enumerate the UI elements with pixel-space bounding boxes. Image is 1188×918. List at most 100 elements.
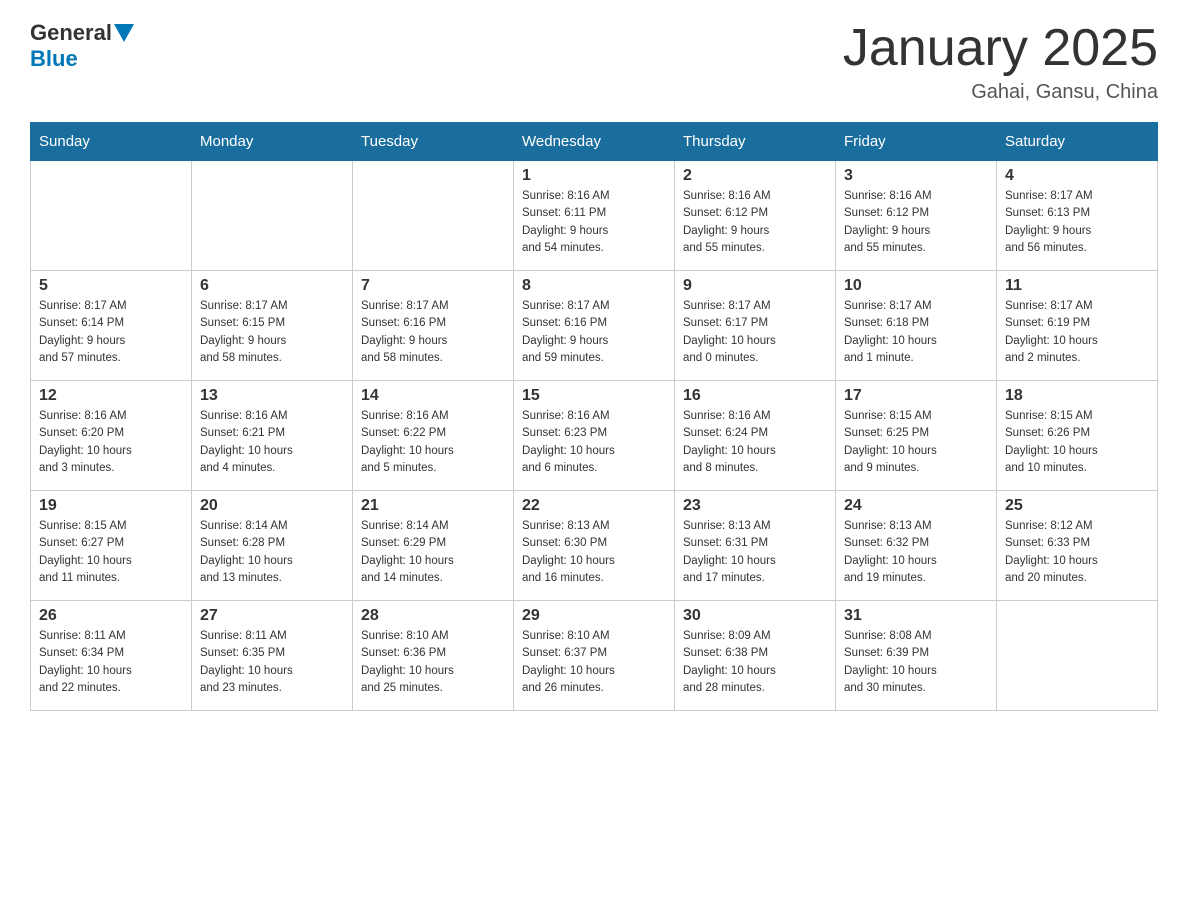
day-info: Sunrise: 8:16 AM Sunset: 6:21 PM Dayligh… (200, 408, 344, 477)
calendar-cell: 30 Sunrise: 8:09 AM Sunset: 6:38 PM Dayli… (675, 601, 836, 711)
weekday-header-thursday: Thursday (675, 123, 836, 161)
day-number: 13 (200, 387, 344, 405)
day-number: 5 (39, 277, 183, 295)
calendar-cell: 7Sunrise: 8:17 AM Sunset: 6:16 PM Daylig… (353, 271, 514, 381)
day-info: Sunrise: 8:10 AM Sunset: 6:36 PM Dayligh… (361, 628, 505, 697)
calendar-cell: 28 Sunrise: 8:10 AM Sunset: 6:36 PM Dayli… (353, 601, 514, 711)
day-number: 18 (1005, 387, 1149, 405)
logo-general-text: General (30, 20, 112, 46)
day-info: Sunrise: 8:13 AM Sunset: 6:30 PM Dayligh… (522, 518, 666, 587)
calendar-cell: 26Sunrise: 8:11 AM Sunset: 6:34 PM Dayli… (31, 601, 192, 711)
logo: General Blue (30, 20, 136, 72)
day-info: Sunrise: 8:13 AM Sunset: 6:31 PM Dayligh… (683, 518, 827, 587)
day-number: 9 (683, 277, 827, 295)
calendar-cell: 6 Sunrise: 8:17 AM Sunset: 6:15 PM Daylig… (192, 271, 353, 381)
calendar-week-1: 1Sunrise: 8:16 AM Sunset: 6:11 PM Daylig… (31, 161, 1158, 271)
calendar-cell: 17 Sunrise: 8:15 AM Sunset: 6:25 PM Dayli… (836, 381, 997, 491)
day-info: Sunrise: 8:17 AM Sunset: 6:13 PM Dayligh… (1005, 188, 1149, 257)
day-info: Sunrise: 8:17 AM Sunset: 6:16 PM Dayligh… (522, 298, 666, 367)
day-number: 24 (844, 497, 988, 515)
day-number: 19 (39, 497, 183, 515)
calendar-cell: 1Sunrise: 8:16 AM Sunset: 6:11 PM Daylig… (514, 161, 675, 271)
day-info: Sunrise: 8:16 AM Sunset: 6:22 PM Dayligh… (361, 408, 505, 477)
calendar-cell: 27 Sunrise: 8:11 AM Sunset: 6:35 PM Dayli… (192, 601, 353, 711)
day-number: 28 (361, 607, 505, 625)
day-info: Sunrise: 8:11 AM Sunset: 6:35 PM Dayligh… (200, 628, 344, 697)
day-number: 14 (361, 387, 505, 405)
calendar-table: SundayMondayTuesdayWednesdayThursdayFrid… (30, 122, 1158, 711)
weekday-header-monday: Monday (192, 123, 353, 161)
day-number: 2 (683, 167, 827, 185)
day-info: Sunrise: 8:17 AM Sunset: 6:15 PM Dayligh… (200, 298, 344, 367)
day-number: 10 (844, 277, 988, 295)
day-number: 6 (200, 277, 344, 295)
day-number: 29 (522, 607, 666, 625)
day-info: Sunrise: 8:14 AM Sunset: 6:29 PM Dayligh… (361, 518, 505, 587)
weekday-header-sunday: Sunday (31, 123, 192, 161)
day-number: 27 (200, 607, 344, 625)
day-number: 21 (361, 497, 505, 515)
weekday-header-row: SundayMondayTuesdayWednesdayThursdayFrid… (31, 123, 1158, 161)
calendar-cell: 9 Sunrise: 8:17 AM Sunset: 6:17 PM Daylig… (675, 271, 836, 381)
day-info: Sunrise: 8:16 AM Sunset: 6:24 PM Dayligh… (683, 408, 827, 477)
day-info: Sunrise: 8:16 AM Sunset: 6:11 PM Dayligh… (522, 188, 666, 257)
day-info: Sunrise: 8:17 AM Sunset: 6:18 PM Dayligh… (844, 298, 988, 367)
day-number: 12 (39, 387, 183, 405)
calendar-cell: 4 Sunrise: 8:17 AM Sunset: 6:13 PM Daylig… (997, 161, 1158, 271)
calendar-week-3: 12 Sunrise: 8:16 AM Sunset: 6:20 PM Dayli… (31, 381, 1158, 491)
day-info: Sunrise: 8:13 AM Sunset: 6:32 PM Dayligh… (844, 518, 988, 587)
day-number: 25 (1005, 497, 1149, 515)
day-number: 31 (844, 607, 988, 625)
day-info: Sunrise: 8:16 AM Sunset: 6:12 PM Dayligh… (683, 188, 827, 257)
weekday-header-friday: Friday (836, 123, 997, 161)
day-number: 16 (683, 387, 827, 405)
calendar-cell: 5 Sunrise: 8:17 AM Sunset: 6:14 PM Daylig… (31, 271, 192, 381)
calendar-cell: 18 Sunrise: 8:15 AM Sunset: 6:26 PM Dayli… (997, 381, 1158, 491)
day-info: Sunrise: 8:12 AM Sunset: 6:33 PM Dayligh… (1005, 518, 1149, 587)
day-number: 11 (1005, 277, 1149, 295)
day-number: 30 (683, 607, 827, 625)
day-info: Sunrise: 8:08 AM Sunset: 6:39 PM Dayligh… (844, 628, 988, 697)
calendar-cell: 31 Sunrise: 8:08 AM Sunset: 6:39 PM Dayli… (836, 601, 997, 711)
day-info: Sunrise: 8:17 AM Sunset: 6:19 PM Dayligh… (1005, 298, 1149, 367)
day-info: Sunrise: 8:14 AM Sunset: 6:28 PM Dayligh… (200, 518, 344, 587)
day-info: Sunrise: 8:17 AM Sunset: 6:17 PM Dayligh… (683, 298, 827, 367)
calendar-cell: 11 Sunrise: 8:17 AM Sunset: 6:19 PM Dayli… (997, 271, 1158, 381)
weekday-header-saturday: Saturday (997, 123, 1158, 161)
weekday-header-wednesday: Wednesday (514, 123, 675, 161)
calendar-cell: 19Sunrise: 8:15 AM Sunset: 6:27 PM Dayli… (31, 491, 192, 601)
day-number: 17 (844, 387, 988, 405)
calendar-cell: 2 Sunrise: 8:16 AM Sunset: 6:12 PM Daylig… (675, 161, 836, 271)
title-block: January 2025 Gahai, Gansu, China (843, 20, 1158, 104)
calendar-cell (997, 601, 1158, 711)
day-info: Sunrise: 8:15 AM Sunset: 6:25 PM Dayligh… (844, 408, 988, 477)
day-number: 4 (1005, 167, 1149, 185)
calendar-week-4: 19Sunrise: 8:15 AM Sunset: 6:27 PM Dayli… (31, 491, 1158, 601)
day-info: Sunrise: 8:10 AM Sunset: 6:37 PM Dayligh… (522, 628, 666, 697)
day-info: Sunrise: 8:17 AM Sunset: 6:14 PM Dayligh… (39, 298, 183, 367)
calendar-week-2: 5 Sunrise: 8:17 AM Sunset: 6:14 PM Daylig… (31, 271, 1158, 381)
day-info: Sunrise: 8:15 AM Sunset: 6:26 PM Dayligh… (1005, 408, 1149, 477)
day-number: 7 (361, 277, 505, 295)
day-number: 22 (522, 497, 666, 515)
calendar-cell: 8 Sunrise: 8:17 AM Sunset: 6:16 PM Daylig… (514, 271, 675, 381)
calendar-cell: 21 Sunrise: 8:14 AM Sunset: 6:29 PM Dayli… (353, 491, 514, 601)
location-subtitle: Gahai, Gansu, China (843, 81, 1158, 104)
logo-blue-text: Blue (30, 46, 78, 72)
calendar-cell: 24 Sunrise: 8:13 AM Sunset: 6:32 PM Dayli… (836, 491, 997, 601)
calendar-cell: 14 Sunrise: 8:16 AM Sunset: 6:22 PM Dayli… (353, 381, 514, 491)
day-number: 26 (39, 607, 183, 625)
day-info: Sunrise: 8:16 AM Sunset: 6:12 PM Dayligh… (844, 188, 988, 257)
day-info: Sunrise: 8:16 AM Sunset: 6:23 PM Dayligh… (522, 408, 666, 477)
weekday-header-tuesday: Tuesday (353, 123, 514, 161)
calendar-cell: 23Sunrise: 8:13 AM Sunset: 6:31 PM Dayli… (675, 491, 836, 601)
day-number: 8 (522, 277, 666, 295)
day-info: Sunrise: 8:16 AM Sunset: 6:20 PM Dayligh… (39, 408, 183, 477)
calendar-cell (353, 161, 514, 271)
day-info: Sunrise: 8:09 AM Sunset: 6:38 PM Dayligh… (683, 628, 827, 697)
day-number: 3 (844, 167, 988, 185)
calendar-cell (31, 161, 192, 271)
day-number: 15 (522, 387, 666, 405)
calendar-cell: 15 Sunrise: 8:16 AM Sunset: 6:23 PM Dayli… (514, 381, 675, 491)
calendar-cell: 3 Sunrise: 8:16 AM Sunset: 6:12 PM Daylig… (836, 161, 997, 271)
